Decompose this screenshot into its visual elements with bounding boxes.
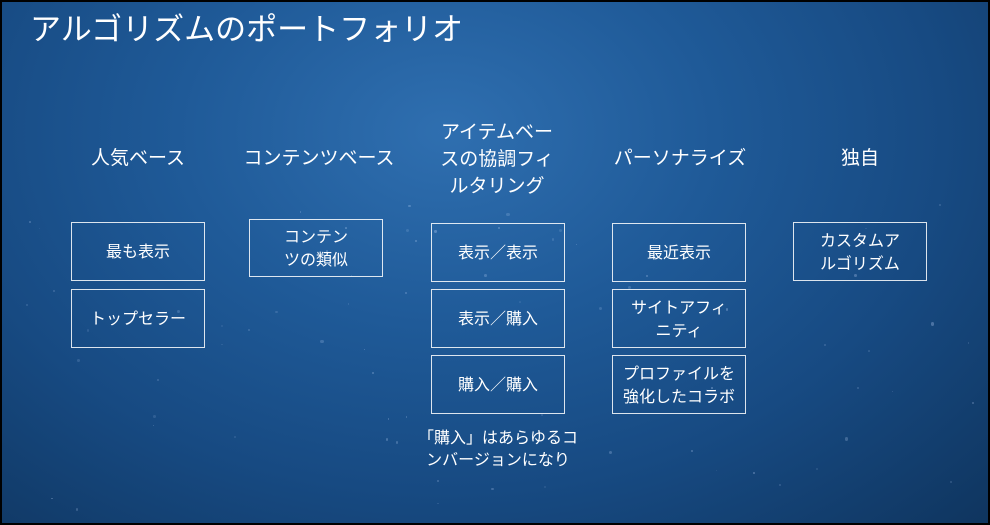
- background-speck: [753, 472, 755, 475]
- background-speck: [320, 340, 324, 344]
- background-speck: [247, 328, 250, 331]
- card-site-affinity: サイトアフィ ニティ: [612, 289, 746, 348]
- background-speck: [823, 343, 826, 347]
- background-speck: [404, 291, 408, 295]
- background-speck: [153, 415, 156, 418]
- card-recently-viewed: 最近表示: [612, 223, 746, 282]
- card-buy-buy: 購入／購入: [431, 355, 565, 414]
- background-speck: [275, 310, 278, 313]
- background-speck: [845, 437, 849, 441]
- background-speck: [395, 441, 399, 444]
- background-speck: [75, 508, 79, 511]
- background-speck: [967, 342, 970, 344]
- background-speck: [599, 307, 603, 311]
- column-heading-content-based: コンテンツベース: [243, 147, 395, 169]
- background-speck: [437, 503, 439, 505]
- background-speck: [387, 418, 390, 420]
- background-speck: [949, 481, 952, 484]
- background-speck: [856, 387, 859, 390]
- background-speck: [544, 485, 547, 488]
- background-speck: [406, 416, 408, 418]
- background-speck: [972, 402, 975, 405]
- background-speck: [779, 484, 781, 486]
- background-speck: [931, 322, 935, 326]
- background-speck: [868, 350, 871, 352]
- background-speck: [51, 497, 53, 500]
- background-speck: [53, 290, 56, 293]
- background-speck: [506, 213, 510, 217]
- card-view-buy: 表示／購入: [431, 289, 565, 348]
- background-speck: [371, 372, 374, 375]
- background-speck: [891, 390, 894, 393]
- background-speck: [299, 211, 302, 213]
- column-heading-item-collab: アイテムベー スの協調フィ ルタリング: [440, 121, 554, 197]
- background-speck: [28, 221, 31, 223]
- card-view-view: 表示／表示: [431, 223, 565, 282]
- background-speck: [415, 239, 418, 243]
- card-content-similarity: コンテン ツの類似: [249, 219, 383, 277]
- card-custom-algorithm: カスタムア ルゴリズム: [793, 222, 927, 281]
- purchase-footnote: 「購入」はあらゆるコ ンバージョンになり: [417, 428, 578, 469]
- background-speck: [408, 204, 411, 207]
- column-heading-personalized: パーソナライズ: [613, 147, 747, 169]
- column-heading-popularity: 人気ベース: [90, 147, 186, 169]
- background-speck: [38, 227, 41, 230]
- card-profile-collab: プロファイルを 強化したコラボ: [612, 355, 746, 414]
- background-speck: [363, 349, 365, 351]
- slide: アルゴリズムのポートフォリオ 人気ベース 最も表示 トップセラー コンテンツベー…: [0, 0, 990, 525]
- background-speck: [220, 324, 223, 327]
- background-speck: [939, 204, 941, 206]
- background-speck: [153, 424, 155, 426]
- card-top-sellers: トップセラー: [71, 289, 205, 348]
- column-heading-custom: 独自: [840, 147, 879, 169]
- background-speck: [490, 487, 494, 491]
- background-speck: [405, 229, 409, 233]
- background-speck: [347, 303, 350, 305]
- background-speck: [437, 479, 440, 483]
- background-speck: [690, 450, 693, 453]
- background-speck: [221, 343, 223, 346]
- card-most-viewed: 最も表示: [71, 222, 205, 281]
- background-speck: [575, 243, 578, 246]
- background-speck: [816, 467, 819, 470]
- background-speck: [156, 378, 160, 382]
- background-speck: [233, 436, 236, 438]
- slide-title: アルゴリズムのポートフォリオ: [30, 12, 464, 48]
- background-speck: [385, 438, 389, 442]
- background-speck: [77, 359, 80, 362]
- background-speck: [608, 450, 613, 455]
- background-speck: [25, 303, 28, 307]
- background-speck: [715, 470, 718, 472]
